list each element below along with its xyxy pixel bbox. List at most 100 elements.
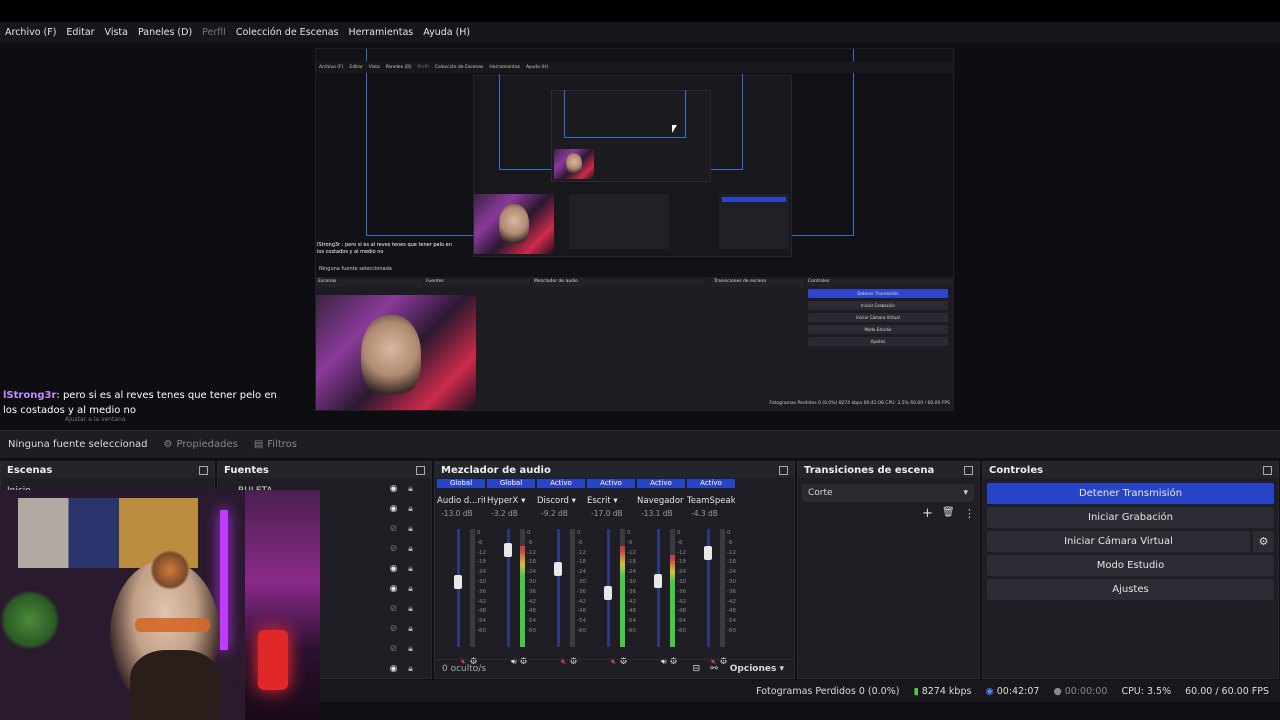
volume-slider-knob[interactable]: [554, 562, 562, 577]
virtual-camera-settings-icon[interactable]: ⚙: [1253, 531, 1274, 552]
properties-label: Propiedades: [176, 439, 238, 450]
filters-label: Filtros: [267, 439, 298, 450]
level-meter: [720, 529, 725, 647]
menu-paneles[interactable]: Paneles (D): [133, 27, 197, 38]
channel-name[interactable]: HyperX ▾: [487, 496, 535, 506]
menu-archivo[interactable]: Archivo (F): [0, 27, 61, 38]
nested-controls-2: [719, 194, 789, 249]
nested-menu-item: Editar: [349, 64, 363, 70]
layout-icon[interactable]: ⊟: [693, 664, 701, 674]
channel-name[interactable]: TeamSpeak3 ▾: [687, 496, 735, 506]
channel-mode[interactable]: Activo: [587, 479, 635, 488]
window-title-bar: [0, 0, 1280, 22]
undock-icon[interactable]: [416, 465, 425, 475]
settings-button[interactable]: Ajustes: [987, 579, 1274, 600]
channel-mode[interactable]: Activo: [637, 479, 685, 488]
start-virtual-camera-button[interactable]: Iniciar Cámara Virtual: [987, 531, 1250, 552]
eye-icon[interactable]: ◉: [388, 564, 399, 575]
volume-slider-knob[interactable]: [504, 543, 512, 558]
volume-slider-knob[interactable]: [654, 573, 662, 588]
nested-dock-title: Controles: [806, 279, 953, 287]
undock-icon[interactable]: [1263, 465, 1272, 475]
channel-name[interactable]: Navegador ▾: [637, 496, 685, 506]
stop-streaming-button[interactable]: Detener Transmisión: [987, 483, 1274, 504]
nested-dock-title: Fuentes: [424, 279, 530, 287]
start-recording-button[interactable]: Iniciar Grabación: [987, 507, 1274, 528]
menu-herramientas[interactable]: Herramientas: [344, 27, 419, 38]
stream-time-status: ◉ 00:42:07: [985, 686, 1039, 697]
eye-icon[interactable]: ◉: [388, 484, 399, 495]
level-meter-fill: [670, 554, 675, 647]
menu-ayuda[interactable]: Ayuda (H): [418, 27, 475, 38]
more-icon[interactable]: ⋮: [964, 507, 975, 520]
channel-name[interactable]: Escrit ▾: [587, 496, 635, 506]
undock-icon[interactable]: [199, 465, 208, 475]
eye-off-icon[interactable]: ⊘: [388, 604, 399, 615]
lock-icon[interactable]: 🔒︎: [406, 504, 415, 514]
nested-face: [499, 204, 529, 246]
channel-mode[interactable]: Global: [487, 479, 535, 488]
recording-time-status: ● 00:00:00: [1053, 686, 1107, 697]
volume-slider-knob[interactable]: [604, 585, 612, 600]
eye-icon[interactable]: ◉: [388, 664, 399, 675]
channel-name[interactable]: Discord ▾: [537, 496, 585, 506]
link-icon[interactable]: ⚯: [710, 664, 718, 674]
lock-icon[interactable]: 🔒︎: [406, 604, 415, 614]
lock-icon[interactable]: 🔒︎: [406, 544, 415, 554]
mixer-options-label: Opciones: [729, 664, 777, 674]
lock-icon[interactable]: 🔒︎: [406, 484, 415, 494]
audio-mixer-dock: Mezclador de audio GlobalAudio d...ritor…: [434, 461, 795, 679]
eye-off-icon[interactable]: ⊘: [388, 524, 399, 535]
menu-vista[interactable]: Vista: [100, 27, 133, 38]
mixer-options-button[interactable]: Opciones ▾: [730, 664, 784, 674]
properties-button[interactable]: ⚙ Propiedades: [156, 439, 246, 450]
add-icon[interactable]: +: [922, 506, 933, 521]
nested-preview-2: [473, 74, 792, 257]
webcam-overlay: [0, 490, 320, 720]
program-preview[interactable]: Archivo (F) Editar Vista Paneles (D) Per…: [315, 48, 954, 411]
channel-name[interactable]: Audio d...ritorio ▾: [437, 496, 485, 506]
mixer-channel: Activo Discord ▾ -9.2 dB 0 -6 -12 -18 -24 -30 -36…: [537, 479, 586, 669]
eye-icon[interactable]: ◉: [388, 584, 399, 595]
channel-mode[interactable]: Activo: [537, 479, 585, 488]
nested-menu-item: Paneles (D): [385, 64, 412, 70]
eye-off-icon[interactable]: ⊘: [388, 624, 399, 635]
menu-editar[interactable]: Editar: [61, 27, 99, 38]
lock-icon[interactable]: 🔒︎: [406, 524, 415, 534]
volume-slider[interactable]: [557, 529, 560, 647]
eye-off-icon[interactable]: ⊘: [388, 544, 399, 555]
lock-icon[interactable]: 🔒︎: [406, 644, 415, 654]
nested-webcam-2: [474, 194, 554, 254]
volume-slider-knob[interactable]: [704, 545, 712, 560]
channel-mode[interactable]: Activo: [687, 479, 735, 488]
eye-icon[interactable]: ◉: [388, 504, 399, 515]
undock-icon[interactable]: [964, 465, 973, 475]
menu-coleccion-escenas[interactable]: Colección de Escenas: [231, 27, 344, 38]
lock-icon[interactable]: 🔒︎: [406, 564, 415, 574]
mixer-dock-header: Mezclador de audio: [435, 462, 794, 478]
nested-outline-3: [564, 90, 686, 138]
trash-icon[interactable]: 🗑︎: [942, 507, 955, 518]
nested-menu-item: Colección de Escenas: [434, 64, 484, 70]
nested-chat: lStrong3r : pero si es al reves tenes qu…: [317, 242, 452, 255]
cpu-usage: CPU: 3.5%: [1121, 685, 1172, 697]
lock-icon[interactable]: 🔒︎: [406, 664, 415, 674]
nested-menu-item: Archivo (F): [319, 64, 344, 70]
transition-select[interactable]: Corte ▾: [802, 484, 974, 502]
gear-icon: ⚙: [163, 439, 173, 450]
filters-button[interactable]: ▤ Filtros: [246, 439, 305, 450]
nested-webcam-3: [554, 149, 594, 179]
scale-tick: -6: [727, 539, 733, 546]
volume-slider[interactable]: [657, 529, 660, 647]
channel-mode[interactable]: Global: [437, 479, 485, 488]
studio-mode-button[interactable]: Modo Estudio: [987, 555, 1274, 576]
lock-icon[interactable]: 🔒︎: [406, 624, 415, 634]
undock-icon[interactable]: [779, 465, 788, 475]
lock-icon[interactable]: 🔒︎: [406, 584, 415, 594]
eye-off-icon[interactable]: ⊘: [388, 644, 399, 655]
volume-slider-knob[interactable]: [454, 575, 462, 590]
meter-scale: 0 -6 -12 -18 -24 -30 -36 -42 -48 -54 -60: [727, 529, 743, 647]
stream-icon: ◉: [985, 685, 994, 697]
nested-face: [566, 153, 582, 175]
scale-tick: 0: [727, 530, 731, 536]
